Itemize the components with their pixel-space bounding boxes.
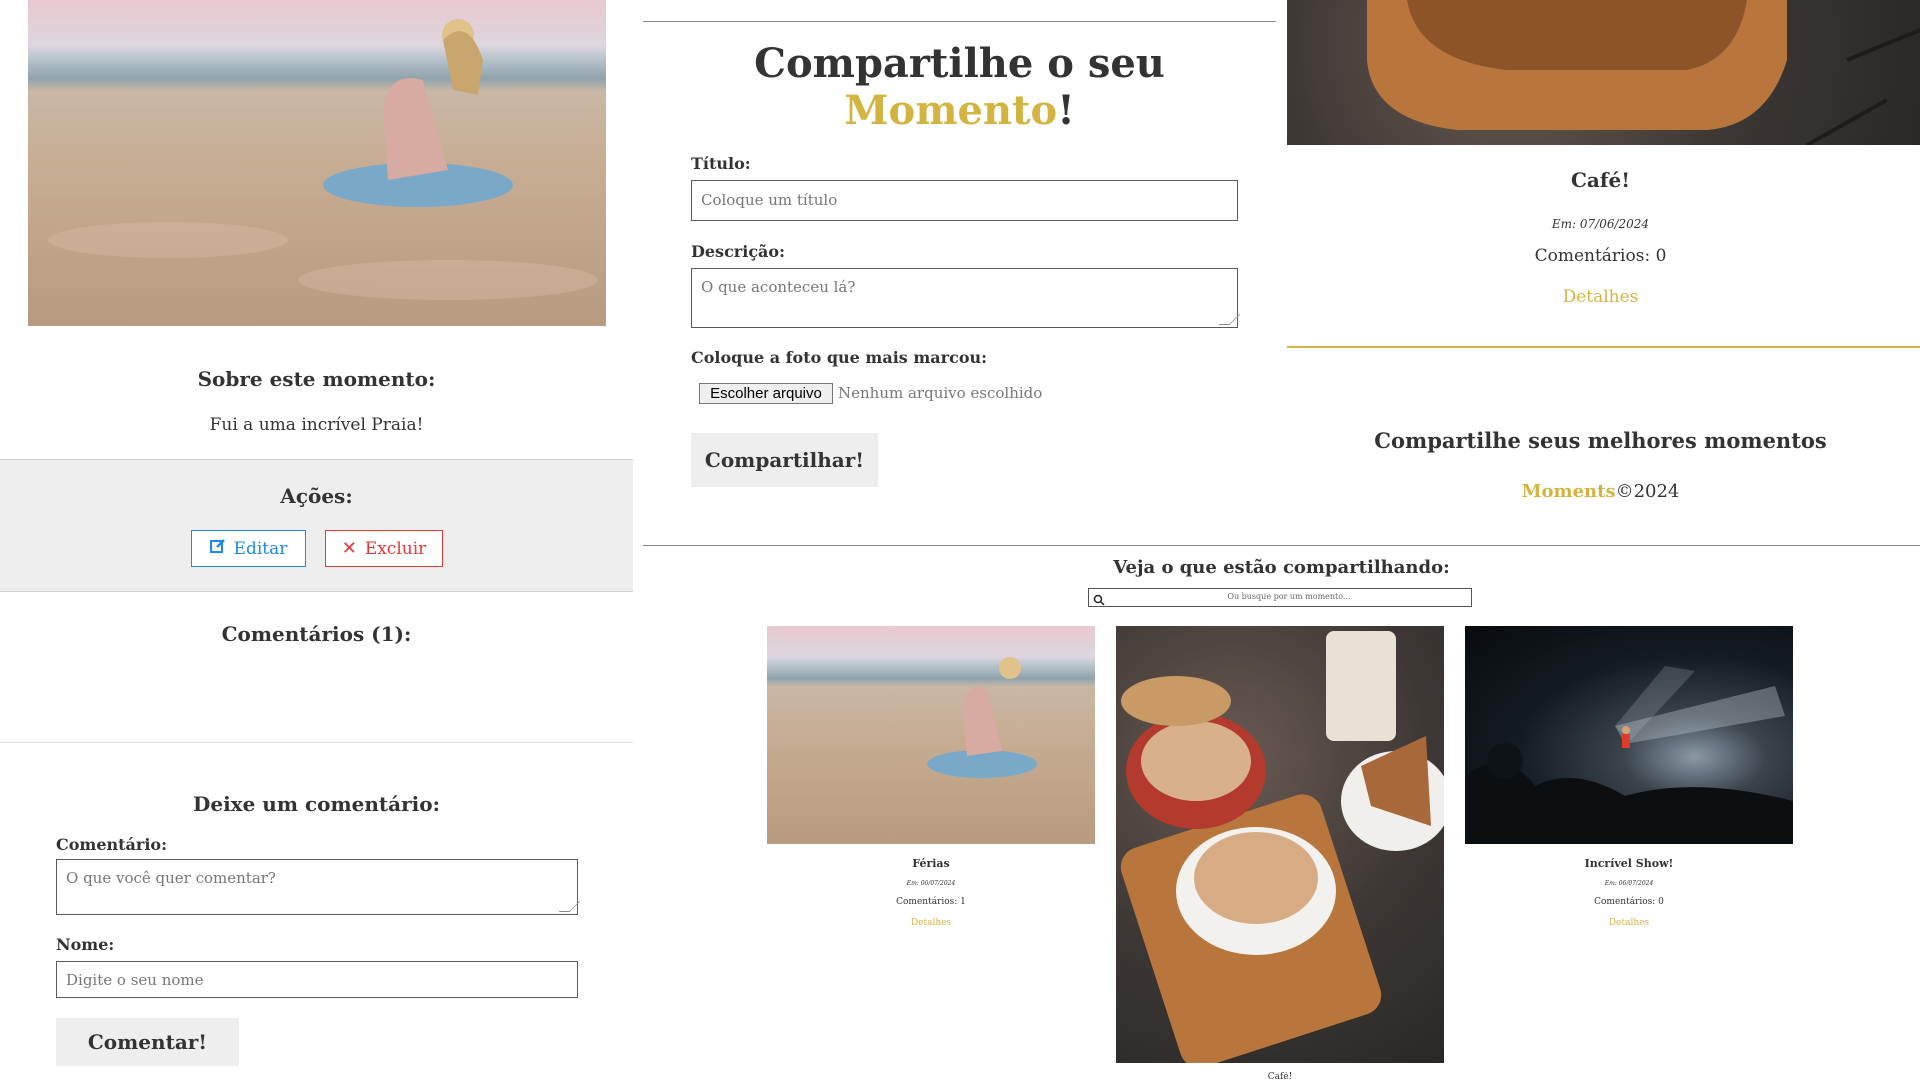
footer-divider <box>1287 346 1920 348</box>
title-placeholder: Coloque um título <box>701 191 838 209</box>
form-title-part1: Compartilhe o seu <box>754 40 1165 87</box>
top-divider <box>643 21 1276 22</box>
feed-title: Veja o que estão compartilhando: <box>1113 557 1450 578</box>
moment-photo <box>28 0 606 326</box>
feed-card-photo <box>1465 626 1793 844</box>
form-title-highlight: Momento <box>844 87 1058 134</box>
form-title: Compartilhe o seu Momento! <box>643 40 1276 134</box>
feed-card-details-link[interactable]: Detalhes <box>767 918 1095 928</box>
card-details-link[interactable]: Detalhes <box>1287 287 1914 307</box>
card-comments: Comentários: 0 <box>1534 246 1667 266</box>
actions-title: Ações: <box>280 484 353 508</box>
edit-icon <box>209 538 226 559</box>
file-status: Nenhum arquivo escolhido <box>838 384 1043 402</box>
resize-handle[interactable] <box>558 901 581 912</box>
feed-card-photo <box>767 626 1095 844</box>
search-input[interactable]: Ou busque por um momento... <box>1109 592 1469 601</box>
title-input[interactable]: Coloque um título <box>691 180 1238 221</box>
about-title: Sobre este momento: <box>197 367 436 391</box>
about-text: Fui a uma incrível Praia! <box>209 415 424 435</box>
card-date: Em: 07/06/2024 <box>1551 217 1650 231</box>
share-button[interactable]: Compartilhar! <box>691 433 878 487</box>
feed-card-comments: Comentários: 0 <box>1594 897 1664 907</box>
description-label: Descrição: <box>691 242 785 261</box>
edit-label: Editar <box>233 538 288 559</box>
actions-panel: Ações: Editar ✕ Excluir <box>0 459 633 592</box>
delete-label: Excluir <box>364 538 427 559</box>
photo-label: Coloque a foto que mais marcou: <box>691 348 988 367</box>
footer-title: Compartilhe seus melhores momentos <box>1374 428 1827 453</box>
submit-comment-button[interactable]: Comentar! <box>56 1018 239 1066</box>
form-title-end: ! <box>1057 87 1075 134</box>
comment-label: Comentário: <box>56 835 167 854</box>
footer-brand[interactable]: Moments <box>1522 481 1616 502</box>
delete-button[interactable]: ✕ Excluir <box>325 530 443 567</box>
feed-card-cut-caption: Café! <box>1267 1072 1293 1080</box>
edit-button[interactable]: Editar <box>191 530 306 567</box>
feed-card-title: Férias <box>912 857 950 870</box>
feed-card-date: Em: 06/07/2024 <box>1604 880 1654 887</box>
feed-card-date: Em: 06/07/2024 <box>906 880 956 887</box>
description-placeholder: O que aconteceu lá? <box>701 278 856 296</box>
card-title: Café! <box>1571 168 1630 192</box>
feed-divider <box>643 545 1920 546</box>
name-placeholder: Digite o seu nome <box>66 971 204 989</box>
leave-comment-title: Deixe um comentário: <box>193 792 440 816</box>
feed-card-photo <box>1116 626 1444 1063</box>
feed-card-comments: Comentários: 1 <box>896 897 966 907</box>
comment-textarea[interactable]: O que você quer comentar? <box>56 859 581 915</box>
feed-card-details-link[interactable]: Detalhes <box>1465 918 1793 928</box>
feed-card-title: Incrível Show! <box>1584 857 1674 870</box>
comments-divider <box>0 742 633 743</box>
file-choose-button[interactable]: Escolher arquivo <box>699 383 833 404</box>
close-icon: ✕ <box>341 538 357 559</box>
description-textarea[interactable]: O que aconteceu lá? <box>691 268 1241 328</box>
comments-title: Comentários (1): <box>221 622 412 646</box>
footer-copy: ©2024 <box>1615 481 1680 502</box>
title-label: Título: <box>691 154 751 173</box>
resize-handle[interactable] <box>1218 314 1241 325</box>
coffee-photo <box>1287 0 1920 145</box>
footer-copyright: Moments©2024 <box>1287 481 1914 502</box>
comment-placeholder: O que você quer comentar? <box>66 869 276 887</box>
search-icon <box>1093 591 1105 610</box>
name-label: Nome: <box>56 935 115 954</box>
name-input[interactable]: Digite o seu nome <box>56 961 578 998</box>
search-bar[interactable]: Ou busque por um momento... <box>1088 588 1472 607</box>
